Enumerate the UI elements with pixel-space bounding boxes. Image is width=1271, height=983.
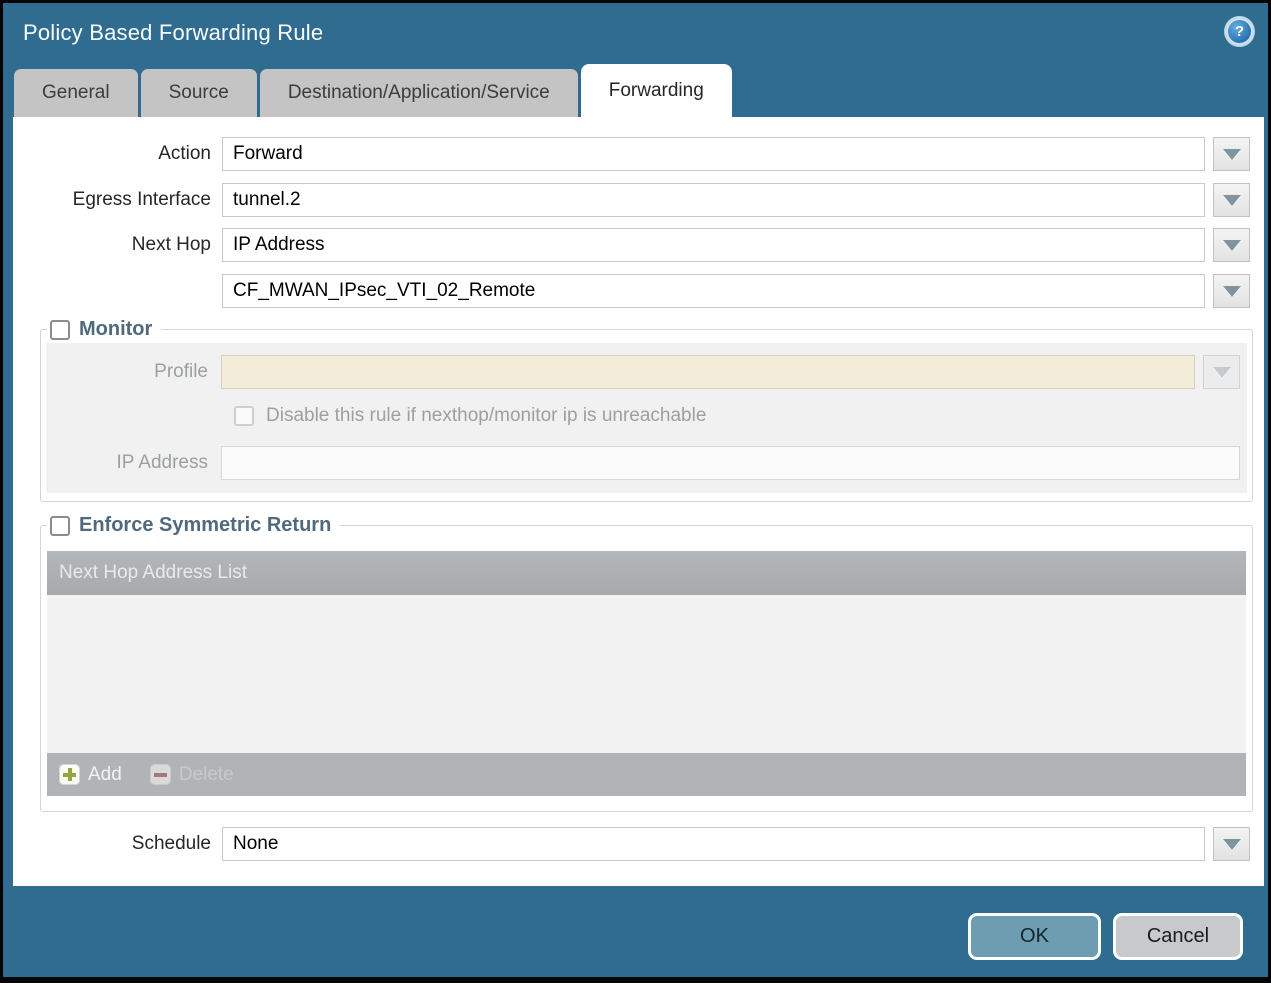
dropdown-arrow-icon	[1223, 240, 1241, 251]
profile-row: Profile	[46, 355, 1247, 389]
symmetric-return-section: Enforce Symmetric Return Next Hop Addres…	[40, 514, 1253, 812]
disable-rule-checkbox	[234, 406, 254, 426]
schedule-dropdown-button[interactable]	[1213, 827, 1250, 861]
profile-dropdown-button	[1203, 355, 1240, 389]
action-row: Action Forward	[13, 137, 1264, 171]
next-hop-label: Next Hop	[13, 228, 211, 262]
policy-based-forwarding-dialog: Policy Based Forwarding Rule ? General S…	[0, 0, 1271, 983]
next-hop-address-list-table: Next Hop Address List Add Delete	[47, 551, 1246, 796]
action-label: Action	[13, 137, 211, 171]
next-hop-address-list-body[interactable]	[47, 595, 1246, 753]
dropdown-arrow-icon	[1223, 286, 1241, 297]
egress-interface-row: Egress Interface tunnel.2	[13, 183, 1264, 217]
next-hop-address-dropdown-button[interactable]	[1213, 274, 1250, 308]
disable-rule-label: Disable this rule if nexthop/monitor ip …	[266, 405, 706, 427]
egress-interface-label: Egress Interface	[13, 183, 211, 217]
next-hop-row: Next Hop IP Address	[13, 228, 1264, 262]
monitor-panel: Profile Disable this rule if nexthop/mon…	[46, 343, 1247, 493]
next-hop-address-list-toolbar: Add Delete	[47, 753, 1246, 796]
tab-destination-application-service[interactable]: Destination/Application/Service	[260, 69, 578, 117]
monitor-ip-address-input	[221, 446, 1240, 480]
monitor-section-title: Monitor	[79, 318, 152, 341]
plus-icon	[59, 764, 80, 785]
monitor-ip-address-row: IP Address	[46, 446, 1247, 480]
schedule-label: Schedule	[13, 827, 211, 861]
egress-interface-select[interactable]: tunnel.2	[222, 183, 1205, 217]
tab-bar: General Source Destination/Application/S…	[14, 66, 732, 117]
symmetric-return-section-title: Enforce Symmetric Return	[79, 514, 331, 537]
monitor-legend: Monitor	[47, 318, 161, 341]
egress-interface-dropdown-button[interactable]	[1213, 183, 1250, 217]
forwarding-tab-panel: Action Forward Egress Interface tunnel.2…	[13, 117, 1264, 886]
dialog-title: Policy Based Forwarding Rule	[23, 20, 323, 46]
symmetric-return-legend: Enforce Symmetric Return	[47, 514, 340, 537]
cancel-button[interactable]: Cancel	[1113, 913, 1243, 960]
enforce-symmetric-return-checkbox[interactable]	[50, 516, 70, 536]
dropdown-arrow-icon	[1213, 367, 1231, 378]
schedule-select[interactable]: None	[222, 827, 1205, 861]
dropdown-arrow-icon	[1223, 195, 1241, 206]
profile-label: Profile	[46, 355, 221, 389]
help-icon[interactable]: ?	[1224, 16, 1255, 47]
add-button[interactable]: Add	[59, 764, 122, 786]
monitor-checkbox[interactable]	[50, 320, 70, 340]
next-hop-address-select[interactable]: CF_MWAN_IPsec_VTI_02_Remote	[222, 274, 1205, 308]
delete-button-label: Delete	[179, 764, 234, 786]
action-select[interactable]: Forward	[222, 137, 1205, 171]
monitor-ip-address-label: IP Address	[46, 446, 221, 480]
minus-icon	[150, 764, 171, 785]
tab-source[interactable]: Source	[141, 69, 257, 117]
disable-rule-row: Disable this rule if nexthop/monitor ip …	[46, 405, 1247, 427]
dropdown-arrow-icon	[1223, 149, 1241, 160]
schedule-row: Schedule None	[13, 827, 1264, 861]
tab-general[interactable]: General	[14, 69, 138, 117]
next-hop-type-dropdown-button[interactable]	[1213, 228, 1250, 262]
add-button-label: Add	[88, 764, 122, 786]
delete-button: Delete	[150, 764, 234, 786]
next-hop-address-list-header: Next Hop Address List	[47, 551, 1246, 595]
tab-forwarding[interactable]: Forwarding	[581, 64, 732, 117]
action-dropdown-button[interactable]	[1213, 137, 1250, 171]
question-mark-glyph: ?	[1228, 20, 1251, 43]
next-hop-address-row: CF_MWAN_IPsec_VTI_02_Remote	[13, 274, 1264, 308]
profile-select	[221, 355, 1195, 389]
dropdown-arrow-icon	[1223, 839, 1241, 850]
ok-button[interactable]: OK	[968, 913, 1101, 960]
next-hop-type-select[interactable]: IP Address	[222, 228, 1205, 262]
monitor-section: Monitor Profile Disable this rule if nex…	[40, 318, 1253, 502]
